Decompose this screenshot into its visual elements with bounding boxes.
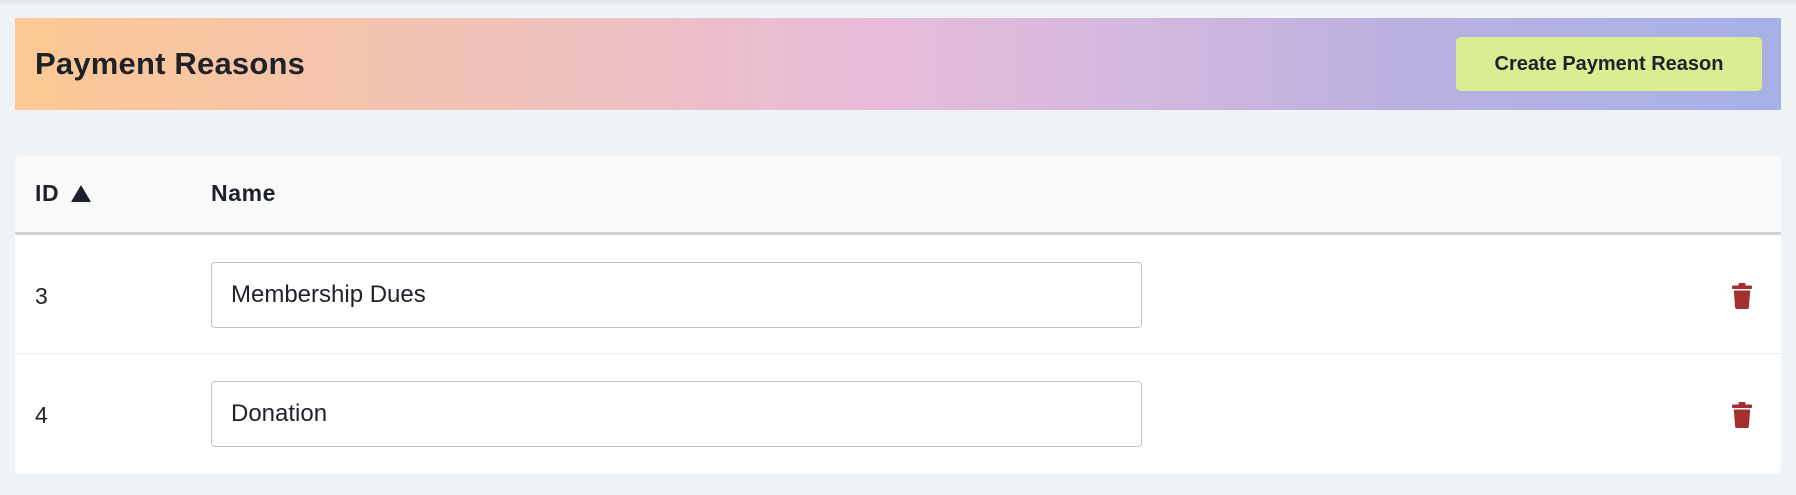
row-id: 4 [35, 402, 48, 428]
column-header-name[interactable]: Name [211, 180, 276, 207]
create-payment-reason-button[interactable]: Create Payment Reason [1456, 37, 1762, 91]
delete-button[interactable] [1727, 400, 1757, 430]
trash-icon [1732, 402, 1752, 428]
page-header: Payment Reasons Create Payment Reason [15, 18, 1781, 110]
row-id: 3 [35, 283, 48, 309]
table-row: 4 [15, 354, 1781, 473]
column-header-id[interactable]: ID [35, 180, 92, 207]
delete-button[interactable] [1727, 281, 1757, 311]
top-shadow [0, 0, 1796, 6]
sort-ascending-icon [71, 185, 92, 202]
page-title: Payment Reasons [35, 46, 306, 81]
column-header-name-label: Name [211, 180, 277, 206]
table-row: 3 [15, 235, 1781, 354]
trash-icon [1732, 283, 1752, 309]
column-header-id-label: ID [35, 180, 60, 206]
table-header-row: ID Name [15, 156, 1781, 235]
payment-reasons-table: ID Name 3 4 [15, 156, 1781, 474]
name-input[interactable] [211, 262, 1142, 328]
name-input[interactable] [211, 381, 1142, 447]
